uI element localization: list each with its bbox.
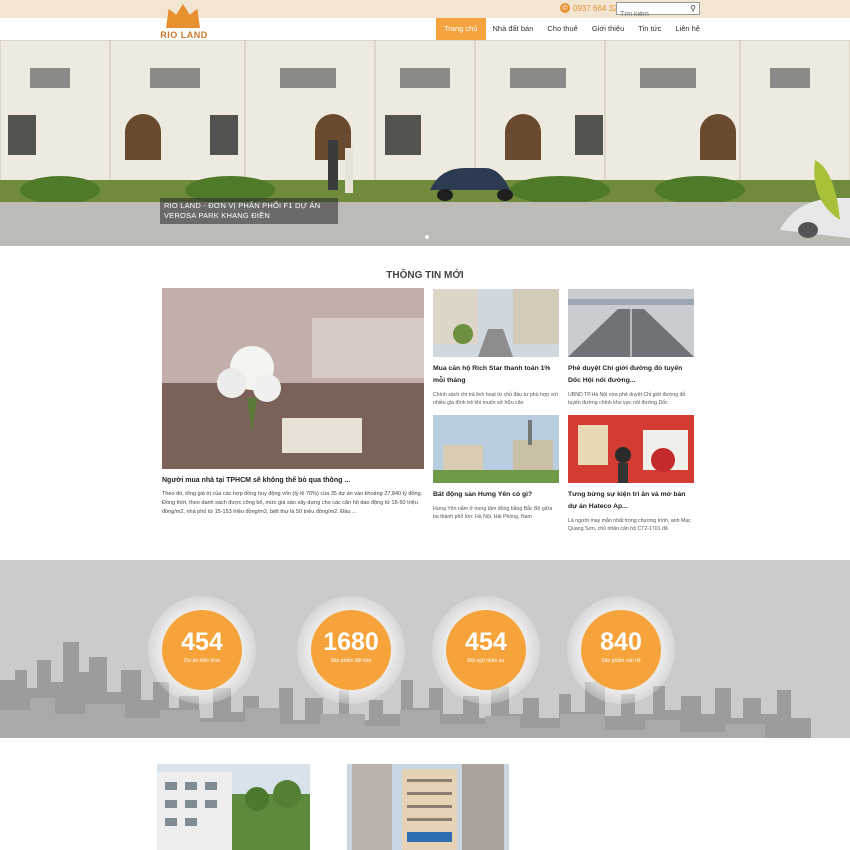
featured-news-description: Theo đó, tổng giá trị của các hợp đồng h… (162, 491, 423, 515)
news-card-description: Là người may mắn nhất trong chương trình… (568, 518, 691, 532)
nav-item-about[interactable]: Giới thiệu (585, 18, 631, 40)
stat-number: 454 (181, 628, 223, 656)
nav-item-news[interactable]: Tin tức (631, 18, 668, 40)
stat-circle: 454 Đội ngũ nhân sự (446, 610, 526, 690)
featured-news-image[interactable] (162, 288, 424, 469)
news-card-description: Chính sách chi trả linh hoạt từ chủ đầu … (433, 392, 558, 406)
news-card-image[interactable] (568, 289, 694, 357)
search-box: ⚲ (616, 2, 700, 20)
header (0, 18, 850, 40)
stat-circle: 454 Dự án triển khai (162, 610, 242, 690)
top-bar (0, 0, 850, 18)
hero-image (0, 40, 850, 246)
news-card-image[interactable] (433, 415, 559, 483)
news-card-description: Hưng Yên nằm ở trung tâm đồng bằng Bắc B… (433, 506, 553, 520)
stat-item: 454 Dự án triển khai (148, 596, 256, 704)
nav-item-for-rent[interactable]: Cho thuê (540, 18, 584, 40)
section-title-news: THÔNG TIN MỚI (386, 270, 464, 281)
stat-circle: 1680 Sản phẩm đặt bán (311, 610, 391, 690)
hero-slider[interactable]: RIO LAND - ĐƠN VỊ PHÂN PHỐI F1 DỰ ÁN VER… (0, 40, 850, 246)
news-card-title[interactable]: Mua căn hộ Rich Star thanh toán 1% mỗi t… (433, 363, 559, 387)
stat-number: 454 (465, 628, 507, 656)
phone-icon: ✆ (560, 3, 570, 13)
news-card-title[interactable]: Tưng bừng sự kiện tri ân và mở bán dự án… (568, 489, 694, 513)
project-thumbnail[interactable] (347, 764, 509, 850)
stat-label: Đội ngũ nhân sự (467, 658, 505, 664)
stat-number: 1680 (323, 628, 379, 656)
nav-item-home[interactable]: Trang chủ (436, 18, 486, 40)
news-card[interactable]: Mua căn hộ Rich Star thanh toán 1% mỗi t… (433, 289, 559, 407)
search-icon[interactable]: ⚲ (688, 3, 698, 14)
main-nav: Trang chủ Nhà đất bán Cho thuê Giới thiệ… (436, 18, 707, 40)
news-card[interactable]: Bất động sản Hưng Yên có gì? Hưng Yên nằ… (433, 415, 559, 521)
logo-mark-icon (166, 4, 200, 28)
news-card-title[interactable]: Bất động sản Hưng Yên có gì? (433, 489, 559, 501)
news-card[interactable]: Phê duyệt Chỉ giới đường đỏ tuyến Dốc Hộ… (568, 289, 694, 407)
featured-news-title[interactable]: Người mua nhà tại TPHCM sẽ không thể bỏ … (162, 477, 424, 484)
news-card-image[interactable] (433, 289, 559, 357)
project-thumbnail[interactable] (157, 764, 310, 850)
news-card-title[interactable]: Phê duyệt Chỉ giới đường đỏ tuyến Dốc Hộ… (568, 363, 694, 387)
nav-item-for-sale[interactable]: Nhà đất bán (486, 18, 541, 40)
logo-text: RIO LAND (160, 30, 208, 40)
slider-dot[interactable] (425, 235, 429, 239)
hero-caption[interactable]: RIO LAND - ĐƠN VỊ PHÂN PHỐI F1 DỰ ÁN VER… (160, 198, 338, 224)
stats-section: 454 Dự án triển khai 1680 Sản phẩm đặt b… (0, 560, 850, 738)
nav-item-contact[interactable]: Liên hệ (668, 18, 707, 40)
stat-circle: 840 Sản phẩm căn hộ (581, 610, 661, 690)
news-card-description: UBND TP.Hà Nội vừa phê duyệt Chỉ giới đư… (568, 392, 686, 406)
hotline-number: 0937 664 321 (573, 3, 622, 13)
stat-item: 454 Đội ngũ nhân sự (432, 596, 540, 704)
hotline[interactable]: ✆ 0937 664 321 (560, 3, 622, 13)
stat-item: 1680 Sản phẩm đặt bán (297, 596, 405, 704)
news-card[interactable]: Tưng bừng sự kiện tri ân và mở bán dự án… (568, 415, 694, 533)
city-skyline-image (0, 560, 850, 738)
logo[interactable]: RIO LAND (160, 4, 207, 42)
stat-label: Sản phẩm căn hộ (601, 658, 641, 664)
stat-number: 840 (600, 628, 642, 656)
stat-label: Sản phẩm đặt bán (330, 658, 372, 664)
stat-item: 840 Sản phẩm căn hộ (567, 596, 675, 704)
stat-label: Dự án triển khai (184, 658, 220, 664)
news-card-image[interactable] (568, 415, 694, 483)
